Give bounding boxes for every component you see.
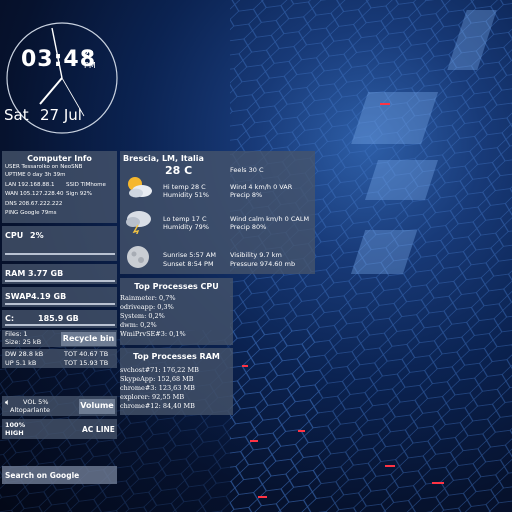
computer-info-panel: Computer Info USER Tessarolko on NeoSNB … [2, 151, 117, 223]
hour-hand [39, 77, 63, 105]
top-cpu-item: Rainmeter: 0,7% [120, 294, 176, 302]
day-humidity: Humidity 51% [163, 191, 209, 199]
info-wan: WAN 105.127.228.40 [5, 191, 64, 197]
top-cpu-item: odriveapp: 0,3% [120, 303, 174, 311]
swap-label: SWAP [5, 292, 32, 301]
net-total-download: TOT 40.67 TB [64, 350, 109, 358]
night-precip: Precip 80% [230, 223, 267, 231]
top-ram-panel: Top Processes RAM svchost#71: 176,22 MB … [120, 348, 233, 415]
cpu-panel: CPU 2% [2, 226, 117, 261]
top-ram-title: Top Processes RAM [133, 352, 220, 361]
cpu-label: CPU [5, 231, 24, 240]
info-lan: LAN 192.168.88.1 [5, 182, 55, 188]
weather-feels: Feels 30 C [230, 166, 264, 174]
drive-value: 185.9 GB [38, 314, 79, 323]
ram-label: RAM [5, 269, 26, 278]
google-search-box[interactable]: Search on Google [2, 466, 117, 484]
clock-date: 27 Jul [40, 106, 82, 124]
recycle-size: Size: 25 kB [5, 338, 42, 346]
cpu-graph-baseline [5, 253, 115, 255]
top-ram-item: chrome#12: 84,40 MB [120, 402, 195, 410]
moon-icon [127, 246, 149, 268]
recycle-files: Files: 1 [5, 330, 28, 338]
top-cpu-panel: Top Processes CPU Rainmeter: 0,7% odrive… [120, 278, 233, 345]
net-download: DW 28.8 kB [5, 350, 44, 358]
network-panel: DW 28.8 kB TOT 40.67 TB UP 5.1 kB TOT 15… [2, 349, 117, 368]
drive-label: C: [5, 314, 15, 323]
sunset-time: Sunset 8:54 PM [163, 260, 214, 268]
sunrise-time: Sunrise 5:57 AM [163, 251, 217, 259]
night-humidity: Humidity 79% [163, 223, 209, 231]
weather-temp: 28 C [165, 164, 193, 177]
info-dns: DNS 208.67.222.222 [5, 201, 63, 207]
volume-device: Altoparlante [10, 406, 51, 414]
weather-location: Brescia, LM, Italia [123, 154, 204, 163]
info-ssid: SSID TIMhome [66, 182, 106, 188]
volume-level: VOL 5% [23, 398, 49, 406]
swap-bar [5, 303, 115, 305]
thunderstorm-icon [126, 211, 151, 234]
recycle-bin-button[interactable]: Recycle bin [61, 332, 116, 346]
top-cpu-item: dwm: 0,2% [120, 321, 157, 329]
google-search-label: Search on Google [5, 471, 80, 480]
top-ram-item: SkypeApp: 152,68 MB [120, 375, 194, 383]
top-cpu-item: WmiPrvSE#3: 0,1% [120, 330, 186, 338]
volume-button[interactable]: Volume [79, 399, 115, 414]
clock-day: Sat [4, 106, 29, 124]
info-signal: Sign 92% [66, 191, 92, 197]
drive-panel[interactable]: C: 185.9 GB [2, 310, 117, 328]
ram-bar [5, 280, 115, 282]
day-precip: Precip 8% [230, 191, 263, 199]
ram-panel: RAM 3.77 GB [2, 264, 117, 284]
top-ram-item: chrome#3: 123,63 MB [120, 384, 195, 392]
clock-seconds: 25 [84, 50, 94, 58]
visibility: Visibility 9.7 km [230, 251, 282, 259]
top-cpu-item: System: 0,2% [120, 312, 165, 320]
weather-panel: Brescia, LM, Italia 28 C Feels 30 C Hi t… [120, 151, 315, 274]
pressure: Pressure 974.60 mb [230, 260, 296, 268]
swap-value: 4.19 GB [31, 292, 67, 301]
cpu-value: 2% [30, 231, 44, 240]
partly-cloudy-icon [128, 177, 152, 198]
info-uptime: UPTIME 0 day 3h 39m [5, 172, 66, 178]
battery-mode: HIGH [5, 429, 24, 437]
net-upload: UP 5.1 kB [5, 359, 37, 367]
top-ram-item: svchost#71: 176,22 MB [120, 366, 199, 374]
net-total-upload: TOT 15.93 TB [64, 359, 109, 367]
ram-value: 3.77 GB [28, 269, 64, 278]
battery-panel: 100% HIGH AC LINE [2, 419, 117, 439]
clock-ampm: PM [84, 61, 96, 70]
computer-info-title: Computer Info [27, 154, 92, 163]
drive-bar [5, 324, 115, 326]
swap-panel: SWAP 4.19 GB [2, 287, 117, 307]
battery-percent: 100% [5, 421, 26, 429]
info-user: USER Tessarolko on NeoSNB [5, 164, 83, 170]
battery-status: AC LINE [82, 425, 115, 434]
top-cpu-title: Top Processes CPU [134, 282, 219, 291]
top-ram-item: explorer: 92,55 MB [120, 393, 185, 401]
info-ping: PING Google 79ms [5, 210, 57, 216]
